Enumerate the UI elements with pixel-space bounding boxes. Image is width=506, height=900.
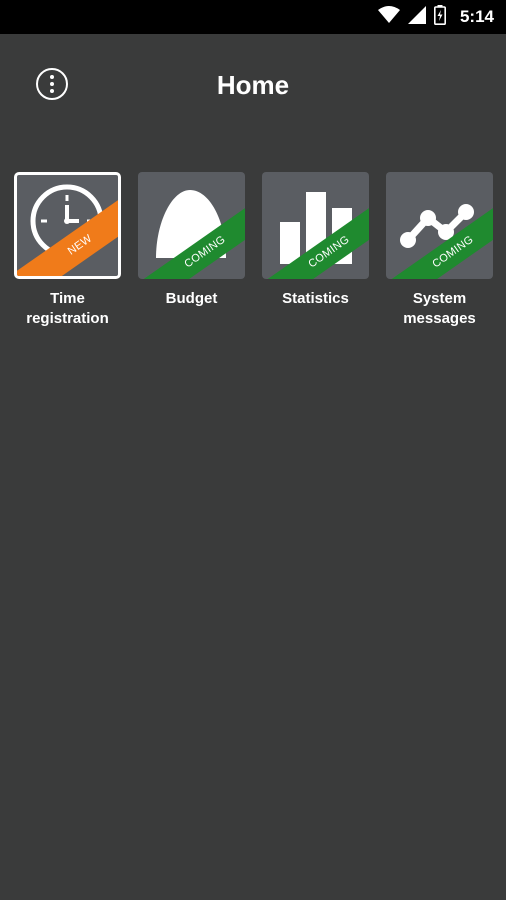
status-time: 5:14 [459,7,494,26]
tile-system-messages[interactable]: COMING System messages [386,172,493,329]
battery-charging-icon [433,4,446,30]
tile-label: Statistics [282,290,349,307]
tile-time-registration[interactable]: NEW Time registration [14,172,121,329]
status-icons: 5:14 [377,0,494,34]
badge-coming: COMING [264,201,369,279]
badge-new: NEW [17,192,118,276]
tile-statistics-icon: COMING [262,172,369,279]
tile-statistics[interactable]: COMING Statistics [262,172,369,329]
tile-label: Budget [165,290,218,307]
status-bar: 5:14 [0,0,506,34]
wifi-icon [377,5,400,29]
tile-system-messages-icon: COMING [386,172,493,279]
page-title: Home [216,70,290,100]
tile-label: System messages [403,290,476,327]
badge-coming: COMING [388,201,493,279]
app-bar: Home [0,34,506,136]
tile-label: Time registration [26,290,109,327]
tile-budget[interactable]: COMING Budget [138,172,245,329]
tile-budget-icon: COMING [138,172,245,279]
tile-time-registration-icon: NEW [14,172,121,279]
badge-coming: COMING [140,201,245,279]
home-tiles: NEW Time registration COMING Budget COMI… [14,172,493,329]
cellular-signal-icon [407,5,426,29]
